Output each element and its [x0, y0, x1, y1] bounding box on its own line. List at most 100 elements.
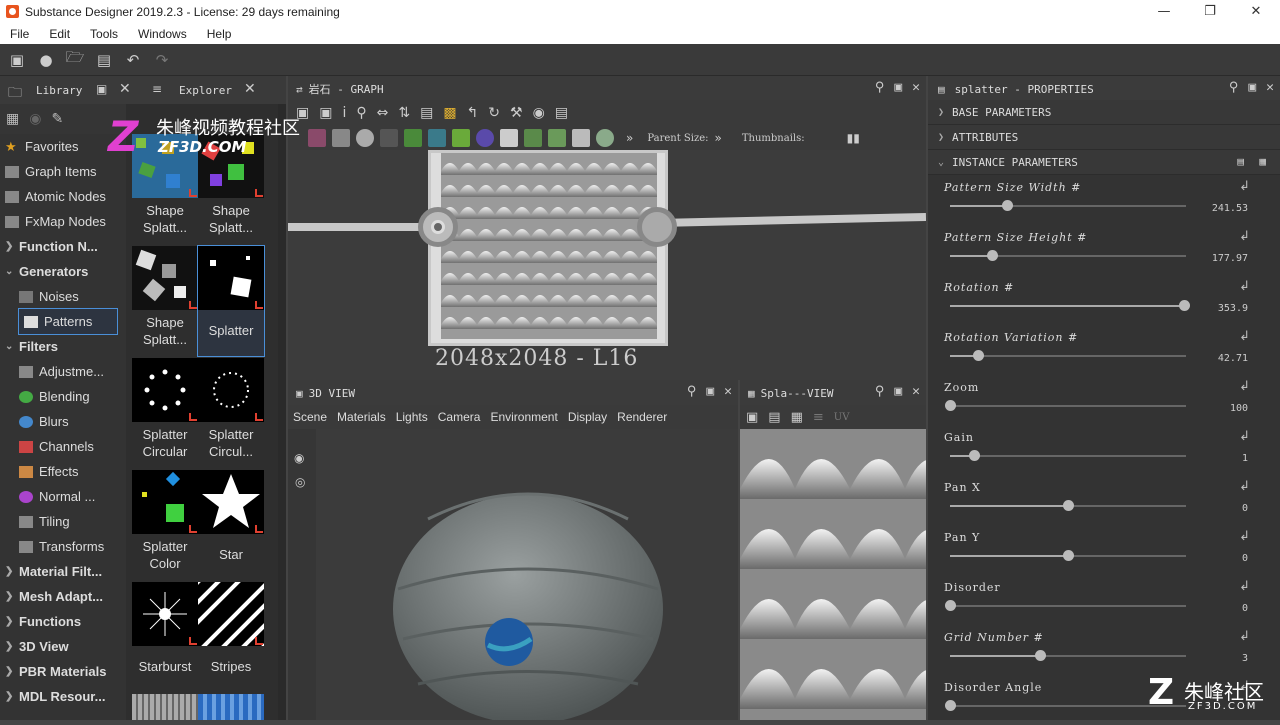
- library-item-function-n[interactable]: ❯ Function N...: [0, 234, 126, 259]
- param-slider[interactable]: [950, 350, 1186, 361]
- reset-icon[interactable]: ↲: [1239, 579, 1250, 594]
- minimize-button[interactable]: —: [1141, 0, 1187, 23]
- menu-renderer[interactable]: Renderer: [612, 410, 672, 424]
- library-item-mdl-resour[interactable]: ❯ MDL Resour...: [0, 684, 126, 709]
- crop-icon[interactable]: ▤: [555, 105, 568, 121]
- menu-display[interactable]: Display: [563, 410, 612, 424]
- param-slider[interactable]: [945, 600, 1186, 611]
- library-item-mesh-adapt[interactable]: ❯ Mesh Adapt...: [0, 584, 126, 609]
- close-properties-icon[interactable]: ✕: [1266, 80, 1274, 95]
- tools-icon[interactable]: ⚒: [510, 105, 523, 121]
- reset-icon[interactable]: ↲: [1239, 529, 1250, 544]
- section-base-parameters[interactable]: ❯ BASE PARAMETERS: [928, 100, 1280, 125]
- library-thumb-starburst[interactable]: Starburst: [132, 582, 198, 675]
- library-item-transforms[interactable]: Transforms: [0, 534, 126, 559]
- thumbnails-toggle-icon[interactable]: ▮▮: [847, 131, 860, 145]
- menu-help[interactable]: Help: [197, 27, 242, 41]
- view3d-viewport[interactable]: ◉ ◎: [288, 429, 738, 720]
- close-explorer-icon[interactable]: ✕: [244, 81, 256, 97]
- graph-canvas[interactable]: 2048x2048 - L16: [288, 150, 926, 380]
- palette-node-icon[interactable]: [476, 129, 494, 147]
- menu-edit[interactable]: Edit: [39, 27, 80, 41]
- library-item-effects[interactable]: Effects: [0, 459, 126, 484]
- library-thumb-splatter[interactable]: Splatter Circul...: [198, 358, 264, 460]
- slider-handle[interactable]: [973, 350, 985, 361]
- menu-file[interactable]: File: [0, 27, 39, 41]
- doc-list-icon[interactable]: ▦: [1259, 155, 1266, 168]
- camera-icon[interactable]: ◉: [294, 451, 304, 465]
- close-3dview-icon[interactable]: ✕: [724, 384, 732, 399]
- reset-icon[interactable]: ↲: [1239, 279, 1250, 294]
- add-item-icon[interactable]: ▦: [6, 111, 19, 127]
- param-value[interactable]: 177.97: [1212, 253, 1248, 264]
- param-value[interactable]: 0: [1242, 553, 1248, 564]
- connect-icon[interactable]: ↰: [467, 105, 479, 121]
- parent-size-label[interactable]: Parent Size:: [647, 133, 708, 144]
- param-value[interactable]: 42.71: [1218, 353, 1248, 364]
- tab-explorer[interactable]: Explorer: [179, 84, 232, 97]
- save-icon[interactable]: ▤: [93, 49, 115, 71]
- slider-handle[interactable]: [1063, 500, 1074, 511]
- pin-icon[interactable]: ⚲: [1229, 80, 1239, 95]
- library-item-filters[interactable]: ⌄ Filters: [0, 334, 126, 359]
- library-scrollbar[interactable]: [278, 104, 286, 720]
- library-item-fxmap-nodes[interactable]: FxMap Nodes: [0, 209, 126, 234]
- channels-icon[interactable]: ≡: [813, 410, 824, 425]
- library-item-functions[interactable]: ❯ Functions: [0, 609, 126, 634]
- param-value[interactable]: 1: [1242, 453, 1248, 464]
- reset-icon[interactable]: ↲: [1239, 429, 1250, 444]
- undo-icon[interactable]: ↶: [122, 49, 144, 71]
- param-slider[interactable]: [950, 450, 1186, 461]
- align-icon[interactable]: ⇔: [377, 105, 389, 121]
- menu-tools[interactable]: Tools: [80, 27, 128, 41]
- preview-icon[interactable]: ◉: [533, 105, 545, 121]
- library-thumb-partial[interactable]: [198, 694, 264, 720]
- palette-node-icon[interactable]: [356, 129, 374, 147]
- float-icon[interactable]: ▣: [894, 80, 902, 95]
- library-thumb-shape[interactable]: Shape Splatt...: [132, 246, 198, 348]
- splatter-node[interactable]: [428, 150, 668, 346]
- menu-environment[interactable]: Environment: [485, 410, 562, 424]
- maximize-button[interactable]: ❐: [1187, 0, 1233, 23]
- float-icon[interactable]: ▣: [706, 384, 714, 399]
- library-item-normal[interactable]: Normal ...: [0, 484, 126, 509]
- palette-node-icon[interactable]: [380, 129, 398, 147]
- menu-materials[interactable]: Materials: [332, 410, 391, 424]
- param-value[interactable]: 241.53: [1212, 203, 1248, 214]
- slider-handle[interactable]: [987, 250, 999, 261]
- slider-handle[interactable]: [945, 700, 956, 711]
- view2d-viewport[interactable]: [740, 429, 926, 720]
- thumbnails-label[interactable]: Thumbnails:: [742, 133, 805, 144]
- palette-node-icon[interactable]: [404, 129, 422, 147]
- param-slider[interactable]: [950, 550, 1186, 561]
- layout-icon[interactable]: ▤: [420, 105, 433, 121]
- reset-icon[interactable]: ↲: [1239, 479, 1250, 494]
- edit-icon[interactable]: ✎: [51, 111, 63, 127]
- close-2dview-icon[interactable]: ✕: [912, 384, 920, 399]
- library-thumb-partial[interactable]: [132, 694, 198, 720]
- tab-library[interactable]: Library: [36, 84, 82, 97]
- param-slider[interactable]: [950, 500, 1186, 511]
- save-image-icon[interactable]: ▤: [768, 410, 780, 425]
- slider-handle[interactable]: [1063, 550, 1074, 561]
- param-value[interactable]: 100: [1230, 403, 1248, 414]
- palette-node-icon[interactable]: [596, 129, 614, 147]
- menu-lights[interactable]: Lights: [391, 410, 433, 424]
- param-value[interactable]: 0: [1242, 503, 1248, 514]
- new-graph-icon[interactable]: ●: [35, 49, 57, 71]
- fit-icon[interactable]: ▣: [746, 410, 758, 425]
- section-instance-parameters[interactable]: ⌄ INSTANCE PARAMETERS ▤ ▦: [928, 150, 1280, 175]
- library-item-adjustme[interactable]: Adjustme...: [0, 359, 126, 384]
- reset-icon[interactable]: ↲: [1239, 229, 1250, 244]
- library-item-material-filt[interactable]: ❯ Material Filt...: [0, 559, 126, 584]
- redo-icon[interactable]: ↷: [151, 49, 173, 71]
- param-value[interactable]: 353.9: [1218, 303, 1248, 314]
- open-folder-icon[interactable]: 🗁: [64, 48, 86, 71]
- section-attributes[interactable]: ❯ ATTRIBUTES: [928, 125, 1280, 150]
- menu-windows[interactable]: Windows: [128, 27, 197, 41]
- library-thumb-splatter[interactable]: Splatter: [197, 245, 265, 357]
- library-item-blending[interactable]: Blending: [0, 384, 126, 409]
- palette-node-icon[interactable]: [548, 129, 566, 147]
- palette-node-icon[interactable]: [428, 129, 446, 147]
- uv-label[interactable]: UV: [834, 412, 850, 423]
